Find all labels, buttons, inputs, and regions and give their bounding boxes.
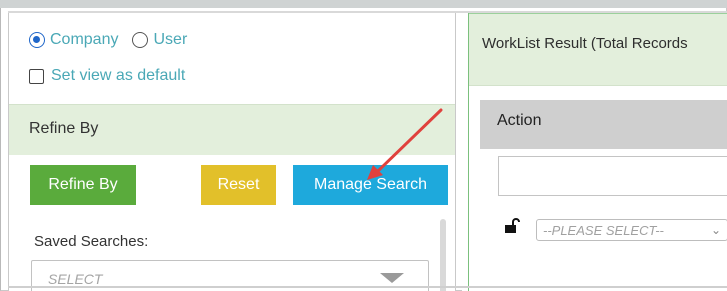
- set-default-label[interactable]: Set view as default: [51, 67, 185, 85]
- radio-user-label[interactable]: User: [153, 31, 187, 49]
- saved-searches-label: Saved Searches:: [34, 233, 149, 250]
- right-panel: WorkList Result (Total Records Action --…: [462, 13, 727, 291]
- left-panel: Company User Set view as default Refine …: [8, 13, 456, 291]
- manage-search-button[interactable]: Manage Search: [293, 165, 448, 205]
- left-panel-scrollbar[interactable]: [440, 219, 446, 291]
- row-action-placeholder: --PLEASE SELECT--: [543, 223, 664, 238]
- refine-by-header: Refine By: [9, 104, 455, 155]
- top-strip: [0, 0, 727, 8]
- bottom-divider: [8, 286, 727, 288]
- set-default-checkbox[interactable]: [29, 68, 44, 84]
- worklist-title: WorkList Result (Total Records: [482, 35, 688, 52]
- view-scope-radios: Company User: [29, 29, 201, 51]
- action-filter-input[interactable]: [498, 156, 727, 196]
- chevron-down-icon: ⌄: [710, 223, 721, 237]
- dropdown-triangle-icon: [380, 273, 404, 283]
- radio-user[interactable]: [132, 32, 149, 48]
- reset-button[interactable]: Reset: [201, 165, 276, 205]
- action-header-label: Action: [497, 112, 542, 129]
- radio-company-label[interactable]: Company: [50, 31, 118, 49]
- set-default-row: Set view as default: [29, 65, 185, 87]
- refine-by-title: Refine By: [29, 120, 99, 137]
- worklist-header: WorkList Result (Total Records: [469, 13, 727, 86]
- action-column-header: Action: [480, 100, 727, 149]
- row-action-select[interactable]: --PLEASE SELECT-- ⌄: [536, 219, 727, 241]
- unlock-icon[interactable]: [504, 218, 522, 234]
- worklist-panel: WorkList Result (Total Records Action --…: [468, 13, 727, 291]
- radio-company[interactable]: [29, 32, 45, 48]
- saved-searches-placeholder: SELECT: [48, 271, 103, 287]
- refine-by-button[interactable]: Refine By: [30, 165, 136, 205]
